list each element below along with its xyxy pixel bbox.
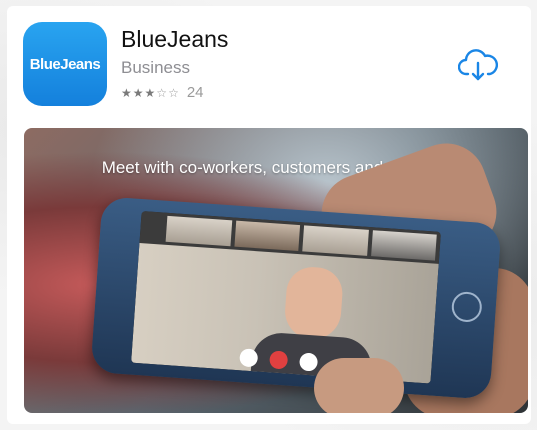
star-empty-icon: ☆ (168, 85, 179, 100)
participant-thumbnail (165, 215, 232, 247)
app-name[interactable]: BlueJeans (121, 26, 228, 53)
rating-count: 24 (186, 84, 204, 101)
app-screenshot[interactable]: Meet with co-workers, customers and part… (24, 128, 528, 413)
star-filled-icon: ★ (144, 85, 156, 100)
main-video (131, 242, 439, 384)
app-icon-label: BlueJeans (29, 55, 101, 73)
participant-thumbnail (233, 220, 301, 252)
star-filled-icon: ★ (132, 85, 144, 100)
thumb-image (314, 358, 404, 413)
app-category[interactable]: Business (121, 58, 190, 78)
star-half-icon: ☆ (156, 85, 168, 100)
home-button (450, 290, 483, 323)
rating: ★ ★ ★ ☆ ☆ 24 (121, 84, 204, 101)
phone-image (90, 196, 502, 400)
star-filled-icon: ★ (121, 85, 132, 100)
cloud-download-icon[interactable] (457, 48, 499, 82)
rating-stars: ★ ★ ★ ☆ ☆ (121, 86, 179, 100)
participant-thumbnail (302, 225, 369, 256)
phone-screen (131, 211, 441, 384)
app-icon[interactable]: BlueJeans (23, 22, 107, 106)
speaker-face (283, 265, 345, 342)
participant-thumbnail (370, 230, 437, 261)
